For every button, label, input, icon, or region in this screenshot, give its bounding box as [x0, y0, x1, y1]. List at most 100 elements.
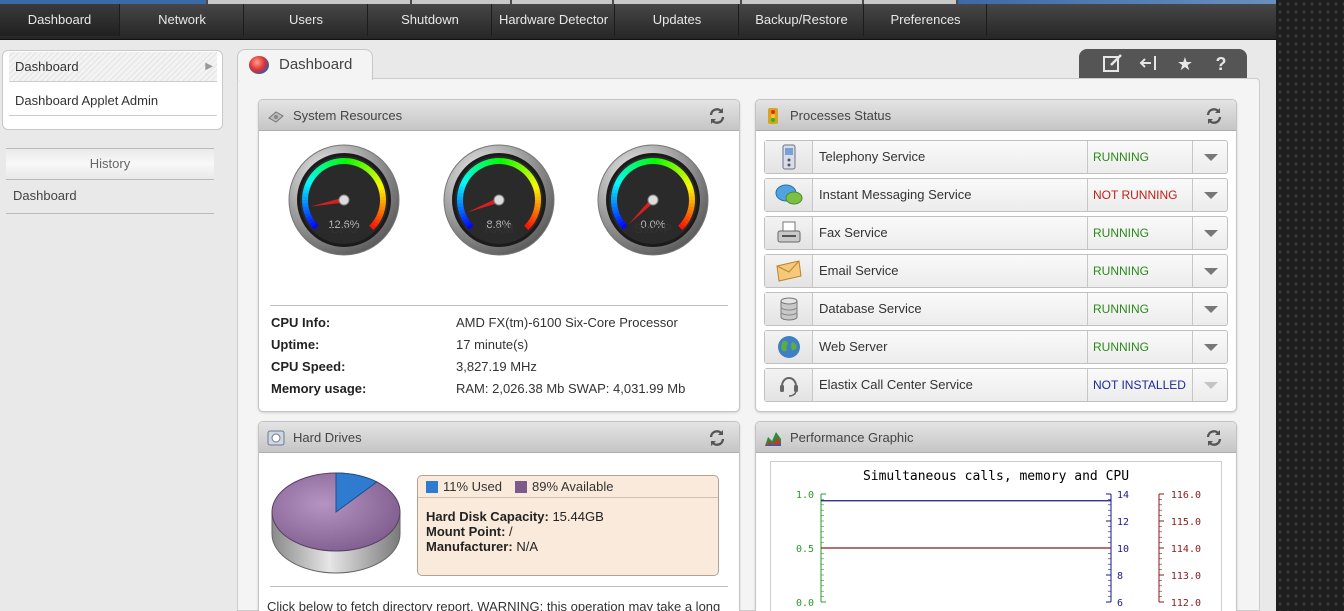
uptime-value: 17 minute(s) — [456, 337, 529, 352]
nav-updates[interactable]: Updates — [616, 4, 739, 36]
tick-label: 113.0 — [1171, 571, 1201, 582]
nav-hardware-detector[interactable]: Hardware Detector — [493, 4, 615, 36]
manufacturer-value: N/A — [516, 539, 538, 554]
available-legend-label: 89% Available — [532, 479, 614, 494]
tab-toolbar: ★ ? — [1079, 49, 1247, 79]
nav-network[interactable]: Network — [121, 4, 244, 36]
performance-line-chart: Simultaneous calls, memory and CPU 1.0 0.… — [796, 469, 1201, 609]
status-badge: RUNNING — [1087, 217, 1192, 249]
nav-users[interactable]: Users — [245, 4, 368, 36]
chevron-down-icon — [1204, 154, 1218, 161]
panel-header: Performance Graphic — [756, 422, 1236, 453]
nav-dashboard[interactable]: Dashboard — [0, 4, 120, 36]
process-name: Web Server — [819, 339, 888, 354]
ram-gauge: 8.8% — [443, 144, 555, 259]
nav-backup-restore[interactable]: Backup/Restore — [740, 4, 864, 36]
system-resources-panel: System Resources 12.6% CPU 8.8% RAM 0.0%… — [258, 99, 740, 412]
process-actions-dropdown[interactable] — [1192, 217, 1227, 249]
refresh-icon[interactable] — [707, 428, 727, 448]
chevron-right-icon: ▶ — [205, 61, 213, 72]
process-row-email: Email Service RUNNING — [764, 254, 1228, 288]
collapse-sidebar-icon[interactable] — [1137, 52, 1161, 76]
swap-gauge: 0.0% — [597, 144, 709, 259]
process-row-fax: Fax Service RUNNING — [764, 216, 1228, 250]
help-icon[interactable]: ? — [1209, 52, 1233, 76]
panel-header: Processes Status — [756, 100, 1236, 131]
process-row-instant-messaging: Instant Messaging Service NOT RUNNING — [764, 178, 1228, 212]
refresh-icon[interactable] — [707, 106, 727, 126]
tab-dashboard[interactable]: Dashboard — [237, 49, 373, 80]
process-actions-dropdown — [1192, 369, 1227, 401]
cpu-gauge-label: CPU — [330, 221, 358, 236]
sidebar-item-dashboard[interactable]: Dashboard ▶ — [9, 52, 217, 82]
envelope-icon — [776, 260, 802, 282]
top-navigation-bar: Dashboard Network Users Shutdown Hardwar… — [0, 0, 1276, 40]
dark-background-strip — [1276, 0, 1344, 611]
headset-icon — [780, 377, 798, 397]
process-row-telephony: Telephony Service RUNNING — [764, 140, 1228, 174]
process-actions-dropdown[interactable] — [1192, 141, 1227, 173]
traffic-light-icon — [768, 108, 778, 124]
manufacturer: Manufacturer: N/A — [426, 539, 538, 554]
globe-icon — [778, 336, 800, 358]
mount-point: Mount Point: / — [426, 524, 513, 539]
process-actions-dropdown[interactable] — [1192, 331, 1227, 363]
status-badge: RUNNING — [1087, 255, 1192, 287]
chevron-down-icon — [1204, 192, 1218, 199]
refresh-icon[interactable] — [1204, 106, 1224, 126]
process-row-call-center: Elastix Call Center Service NOT INSTALLE… — [764, 368, 1228, 402]
process-actions-dropdown[interactable] — [1192, 179, 1227, 211]
tick-label: 0.0 — [796, 598, 814, 609]
used-legend-label: 11% Used — [443, 479, 503, 494]
memory-usage-value: RAM: 2,026.38 Mb SWAP: 4,031.99 Mb — [456, 381, 686, 396]
tick-label: 6 — [1117, 598, 1123, 609]
status-badge: RUNNING — [1087, 141, 1192, 173]
nav-shutdown[interactable]: Shutdown — [369, 4, 492, 36]
divider — [270, 586, 728, 587]
memory-usage-label: Memory usage: — [271, 381, 367, 396]
page-area: Dashboard ▶ Dashboard Applet Admin Histo… — [0, 40, 1276, 611]
chevron-down-icon — [1204, 306, 1218, 313]
dashboard-content: System Resources 12.6% CPU 8.8% RAM 0.0%… — [237, 78, 1260, 611]
nav-right-accent — [958, 0, 1276, 4]
disk-capacity-label: Hard Disk Capacity: — [426, 509, 549, 524]
hard-drives-panel: Hard Drives 11% Used 89% Available Hard … — [258, 421, 740, 611]
tick-label: 114.0 — [1171, 544, 1201, 555]
process-actions-dropdown[interactable] — [1192, 293, 1227, 325]
panel-header: System Resources — [259, 100, 739, 131]
sidebar-menu: Dashboard ▶ Dashboard Applet Admin — [2, 50, 223, 130]
hardware-icon — [268, 111, 284, 123]
mount-point-label: Mount Point: — [426, 524, 506, 539]
sidebar-item-dashboard-applet-admin[interactable]: Dashboard Applet Admin — [9, 86, 217, 116]
tick-label: 112.0 — [1171, 598, 1201, 609]
used-swatch — [426, 481, 438, 493]
history-item-dashboard[interactable]: Dashboard — [6, 182, 214, 214]
process-row-database: Database Service RUNNING — [764, 292, 1228, 326]
performance-graphic-panel: Performance Graphic Simultaneous calls, … — [755, 421, 1237, 611]
manufacturer-label: Manufacturer: — [426, 539, 513, 554]
chevron-down-icon — [1204, 230, 1218, 237]
tick-label: 8 — [1117, 571, 1123, 582]
process-name: Database Service — [819, 301, 922, 316]
panel-title: Processes Status — [790, 108, 892, 123]
chevron-down-icon — [1204, 382, 1218, 389]
hard-drive-icon — [267, 430, 285, 446]
status-badge: RUNNING — [1087, 331, 1192, 363]
tick-label: 14 — [1117, 490, 1129, 501]
star-icon[interactable]: ★ — [1173, 52, 1197, 76]
edit-icon[interactable] — [1101, 52, 1125, 76]
dashboard-logo-icon — [249, 56, 269, 74]
chevron-down-icon — [1204, 344, 1218, 351]
panel-title: System Resources — [293, 108, 403, 123]
tick-label: 115.0 — [1171, 517, 1201, 528]
status-badge: RUNNING — [1087, 293, 1192, 325]
tick-label: 116.0 — [1171, 490, 1201, 501]
nav-preferences[interactable]: Preferences — [865, 4, 987, 36]
panel-title: Hard Drives — [293, 430, 362, 445]
tick-label: 12 — [1117, 517, 1129, 528]
panel-header: Hard Drives — [259, 422, 739, 453]
cpu-info-value: AMD FX(tm)-6100 Six-Core Processor — [456, 315, 678, 330]
process-actions-dropdown[interactable] — [1192, 255, 1227, 287]
refresh-icon[interactable] — [1204, 428, 1224, 448]
tab-label: Dashboard — [279, 56, 353, 73]
